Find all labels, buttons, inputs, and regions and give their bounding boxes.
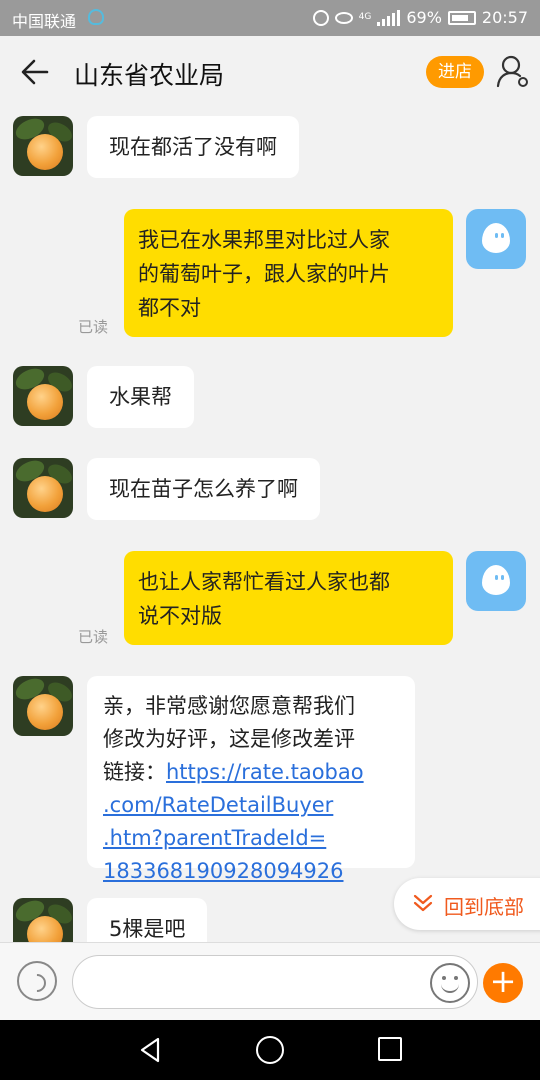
- battery-icon: [447, 10, 476, 25]
- nav-home-icon[interactable]: [256, 1036, 284, 1064]
- message-line: 也让人家帮忙看过人家也都: [138, 570, 390, 594]
- input-bar: +: [0, 942, 540, 1020]
- signal-icon: [377, 9, 401, 26]
- message-bubble[interactable]: 水果帮: [87, 366, 194, 428]
- message-bubble[interactable]: 现在苗子怎么养了啊: [87, 458, 320, 520]
- voice-input-icon[interactable]: [17, 961, 57, 1001]
- shop-avatar[interactable]: [13, 366, 73, 426]
- message-bubble[interactable]: 也让人家帮忙看过人家也都 说不对版: [124, 551, 453, 645]
- headset-icon: [88, 9, 104, 25]
- person-settings-icon[interactable]: [496, 54, 530, 88]
- nav-recents-icon[interactable]: [378, 1037, 402, 1061]
- message-bubble[interactable]: 亲，非常感谢您愿意帮我们 修改为好评，这是修改差评 链接：https://rat…: [87, 676, 415, 883]
- message-bubble[interactable]: 5棵是吧: [87, 898, 208, 942]
- status-icons: 4G 69% 20:57: [312, 8, 528, 27]
- message-line: 的葡萄叶子，跟人家的叶片: [138, 262, 390, 286]
- shop-avatar[interactable]: [13, 458, 73, 518]
- message-line: 亲，非常感谢您愿意帮我们: [103, 694, 355, 718]
- read-status: 已读: [78, 318, 109, 336]
- carrier-label: 中国联通: [12, 12, 77, 31]
- review-link[interactable]: .htm?parentTradeId=: [103, 822, 399, 855]
- back-arrow-icon[interactable]: [20, 58, 50, 86]
- message-line: 我已在水果邦里对比过人家: [138, 228, 390, 252]
- review-link[interactable]: https://rate.taobao: [166, 760, 364, 784]
- system-nav-bar: [0, 1020, 540, 1080]
- shop-avatar[interactable]: [13, 898, 73, 942]
- message-line: 链接：https://rate.taobao: [103, 756, 399, 789]
- plus-icon[interactable]: +: [483, 963, 523, 1003]
- eye-comfort-icon: [334, 11, 353, 24]
- nav-back-icon[interactable]: [136, 1035, 166, 1065]
- review-link[interactable]: .com/RateDetailBuyer: [103, 789, 399, 822]
- message-bubble[interactable]: 我已在水果邦里对比过人家 的葡萄叶子，跟人家的叶片 都不对: [124, 209, 453, 337]
- chat-area[interactable]: 现在都活了没有啊 我已在水果邦里对比过人家 的葡萄叶子，跟人家的叶片 都不对 已…: [0, 108, 540, 942]
- clock: 20:57: [481, 8, 528, 27]
- message-input[interactable]: [72, 955, 478, 1009]
- battery-percent: 69%: [406, 8, 442, 27]
- double-chevron-down-icon: [413, 894, 433, 912]
- message-line: 说不对版: [138, 604, 222, 628]
- chat-header: 山东省农业局 进店: [0, 36, 540, 108]
- shop-avatar[interactable]: [13, 116, 73, 176]
- link-label: 链接：: [103, 760, 166, 784]
- alarm-icon: [312, 9, 329, 26]
- read-status: 已读: [78, 628, 109, 646]
- my-avatar[interactable]: [466, 209, 526, 269]
- back-to-bottom-button[interactable]: 回到底部: [394, 878, 540, 930]
- network-type: 4G: [358, 12, 372, 22]
- message-line: 修改为好评，这是修改差评: [103, 727, 355, 751]
- emoji-icon[interactable]: [430, 963, 470, 1003]
- page-title: 山东省农业局: [74, 61, 225, 90]
- message-line: 都不对: [138, 296, 201, 320]
- shop-avatar[interactable]: [13, 676, 73, 736]
- back-to-bottom-label: 回到底部: [444, 895, 524, 919]
- review-link[interactable]: 183368190928094926: [103, 855, 399, 888]
- enter-shop-button[interactable]: 进店: [426, 56, 484, 88]
- status-bar: 中国联通 4G 69% 20:57: [0, 0, 540, 36]
- my-avatar[interactable]: [466, 551, 526, 611]
- message-bubble[interactable]: 现在都活了没有啊: [87, 116, 299, 178]
